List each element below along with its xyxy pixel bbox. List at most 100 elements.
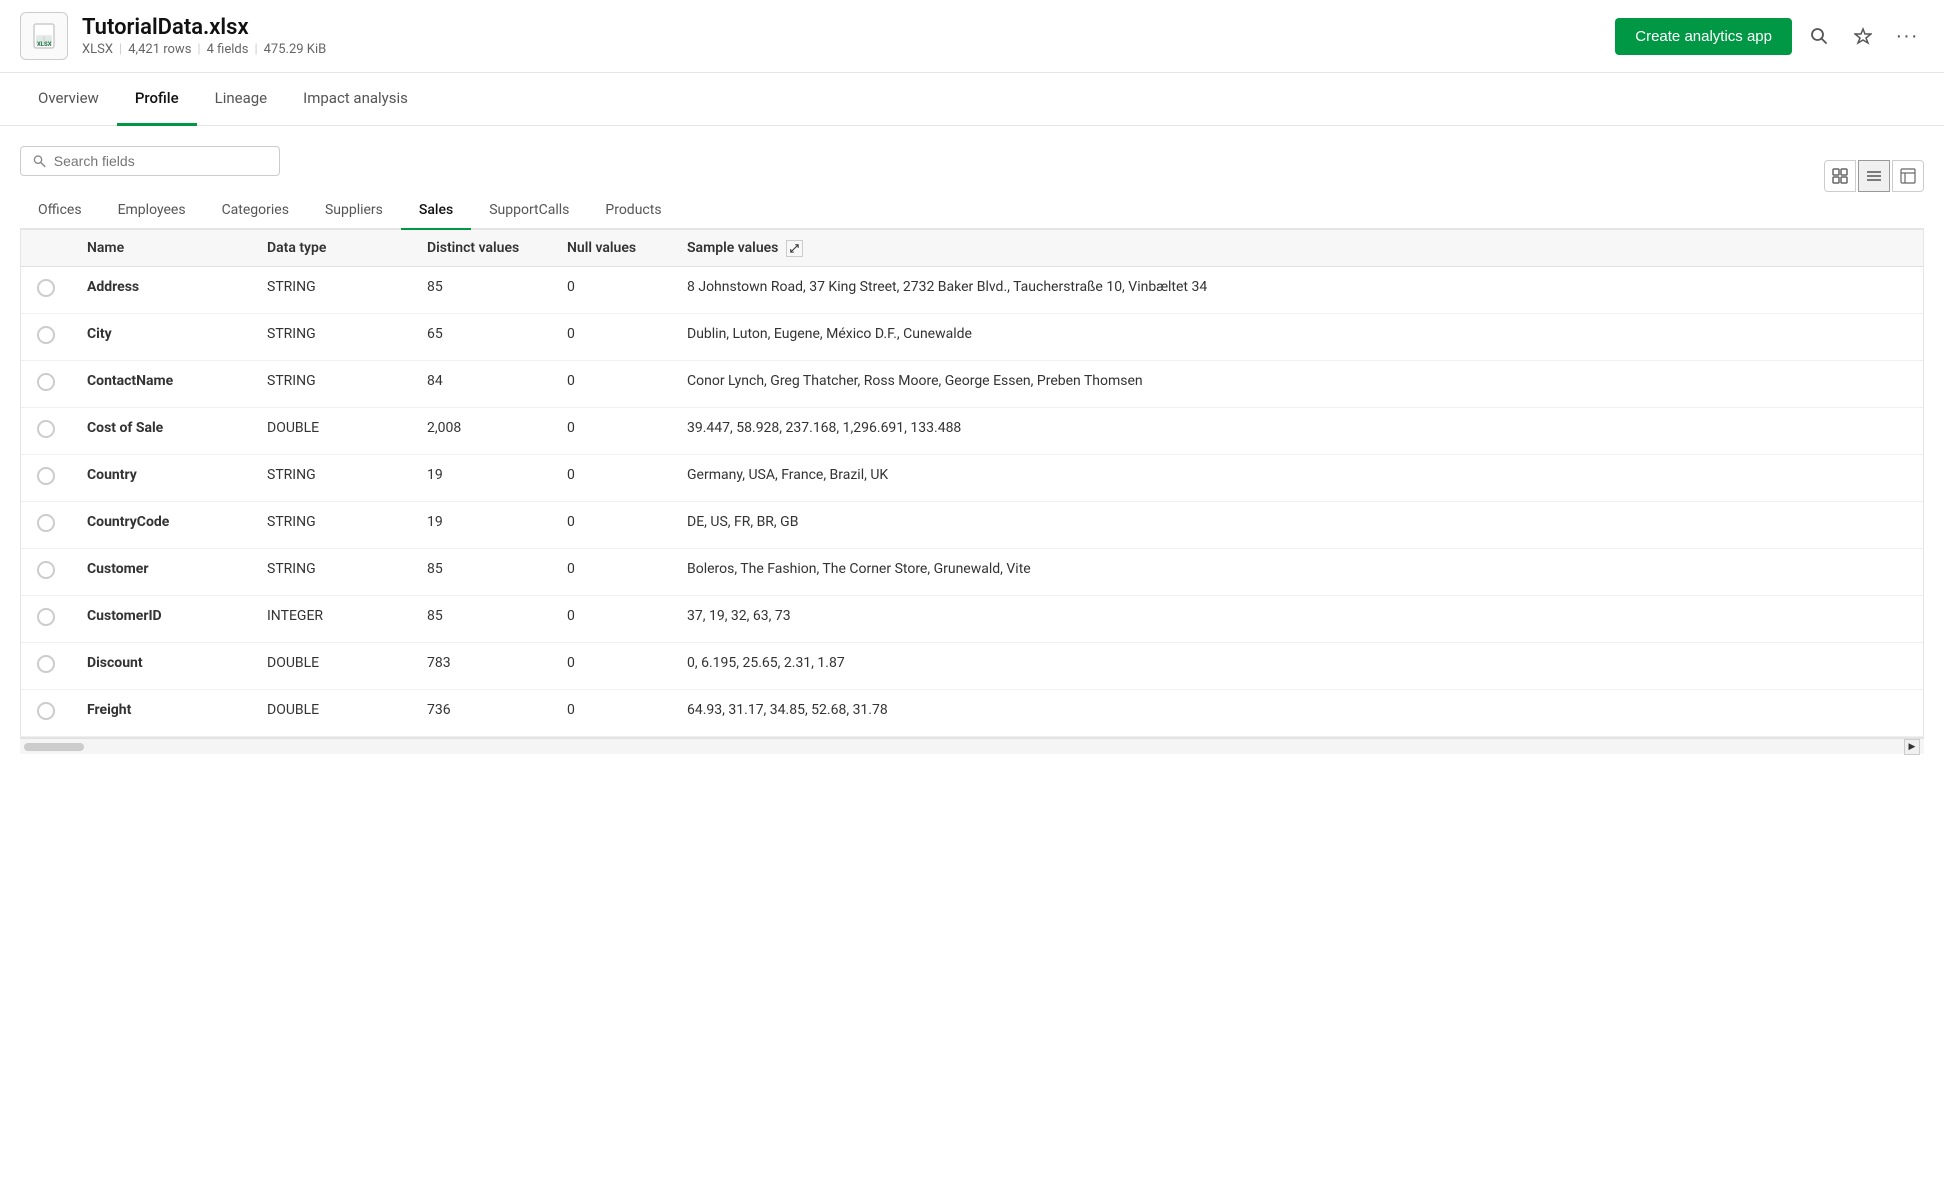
create-analytics-app-button[interactable]: Create analytics app xyxy=(1615,18,1792,55)
row-checkbox[interactable] xyxy=(37,467,55,485)
tab-impact-analysis[interactable]: Impact analysis xyxy=(285,73,426,126)
grid-view-button[interactable] xyxy=(1824,160,1856,192)
row-data-type: DOUBLE xyxy=(251,408,411,455)
tab-lineage[interactable]: Lineage xyxy=(197,73,286,126)
row-sample-values: 64.93, 31.17, 34.85, 52.68, 31.78 xyxy=(671,690,1923,737)
row-sample-values: Germany, USA, France, Brazil, UK xyxy=(671,455,1923,502)
sheet-tab-products[interactable]: Products xyxy=(587,192,679,230)
col-header-checkbox xyxy=(21,230,71,267)
row-checkbox[interactable] xyxy=(37,514,55,532)
row-distinct-values: 85 xyxy=(411,267,551,314)
sheet-tab-suppliers[interactable]: Suppliers xyxy=(307,192,401,230)
file-type: XLSX xyxy=(82,42,113,57)
row-null-values: 0 xyxy=(551,643,671,690)
row-sample-values: Boleros, The Fashion, The Corner Store, … xyxy=(671,549,1923,596)
row-checkbox[interactable] xyxy=(37,702,55,720)
col-header-null-values[interactable]: Null values xyxy=(551,230,671,267)
sheet-tab-sales[interactable]: Sales xyxy=(401,192,471,230)
row-checkbox-cell xyxy=(21,314,71,361)
sheet-tab-offices[interactable]: Offices xyxy=(20,192,100,230)
grid-view-icon xyxy=(1832,168,1848,184)
row-distinct-values: 65 xyxy=(411,314,551,361)
file-fields: 4 fields xyxy=(207,42,249,57)
more-options-button[interactable]: ··· xyxy=(1890,19,1924,53)
bottom-scrollbar: ▶ xyxy=(20,738,1924,754)
detail-view-button[interactable] xyxy=(1892,160,1924,192)
row-checkbox-cell xyxy=(21,549,71,596)
col-header-sample-values[interactable]: Sample values ⤢ xyxy=(671,230,1923,267)
row-checkbox-cell xyxy=(21,690,71,737)
row-sample-values: Dublin, Luton, Eugene, México D.F., Cune… xyxy=(671,314,1923,361)
sheet-tab-supportcalls[interactable]: SupportCalls xyxy=(471,192,587,230)
detail-view-icon xyxy=(1900,168,1916,184)
row-null-values: 0 xyxy=(551,267,671,314)
row-name: City xyxy=(71,314,251,361)
toolbar-row xyxy=(20,146,1924,192)
row-checkbox-cell xyxy=(21,267,71,314)
row-checkbox-cell xyxy=(21,361,71,408)
search-bar-icon xyxy=(33,154,46,168)
row-checkbox[interactable] xyxy=(37,279,55,297)
view-toggle xyxy=(1824,160,1924,192)
table-row: Customer STRING 85 0 Boleros, The Fashio… xyxy=(21,549,1923,596)
row-data-type: STRING xyxy=(251,455,411,502)
row-name: Customer xyxy=(71,549,251,596)
table-row: Discount DOUBLE 783 0 0, 6.195, 25.65, 2… xyxy=(21,643,1923,690)
row-distinct-values: 2,008 xyxy=(411,408,551,455)
expand-sample-icon[interactable]: ⤢ xyxy=(786,240,803,257)
row-null-values: 0 xyxy=(551,455,671,502)
row-checkbox[interactable] xyxy=(37,326,55,344)
list-view-icon xyxy=(1866,168,1882,184)
row-name: Freight xyxy=(71,690,251,737)
more-options-icon: ··· xyxy=(1896,25,1919,48)
sheet-tab-categories[interactable]: Categories xyxy=(204,192,307,230)
row-checkbox[interactable] xyxy=(37,420,55,438)
col-header-distinct-values[interactable]: Distinct values xyxy=(411,230,551,267)
table-row: Cost of Sale DOUBLE 2,008 0 39.447, 58.9… xyxy=(21,408,1923,455)
star-icon xyxy=(1854,27,1872,45)
list-view-button[interactable] xyxy=(1858,160,1890,192)
row-distinct-values: 19 xyxy=(411,455,551,502)
table-row: ContactName STRING 84 0 Conor Lynch, Gre… xyxy=(21,361,1923,408)
row-name: CustomerID xyxy=(71,596,251,643)
table-row: Freight DOUBLE 736 0 64.93, 31.17, 34.85… xyxy=(21,690,1923,737)
file-icon: XLSX xyxy=(20,12,68,60)
search-input[interactable] xyxy=(54,153,267,169)
search-bar xyxy=(20,146,280,176)
tab-profile[interactable]: Profile xyxy=(117,73,197,126)
row-checkbox[interactable] xyxy=(37,655,55,673)
data-table: Name Data type Distinct values Null valu… xyxy=(21,230,1923,737)
row-null-values: 0 xyxy=(551,502,671,549)
file-rows: 4,421 rows xyxy=(128,42,191,57)
search-button[interactable] xyxy=(1802,19,1836,53)
search-icon xyxy=(1810,27,1828,45)
row-checkbox[interactable] xyxy=(37,373,55,391)
row-checkbox[interactable] xyxy=(37,608,55,626)
sheet-tabs-bar: Offices Employees Categories Suppliers S… xyxy=(20,192,1924,230)
sheet-tab-employees[interactable]: Employees xyxy=(100,192,204,230)
content-area: Offices Employees Categories Suppliers S… xyxy=(0,126,1944,774)
star-button[interactable] xyxy=(1846,19,1880,53)
row-distinct-values: 736 xyxy=(411,690,551,737)
row-name: ContactName xyxy=(71,361,251,408)
row-data-type: INTEGER xyxy=(251,596,411,643)
row-sample-values: 0, 6.195, 25.65, 2.31, 1.87 xyxy=(671,643,1923,690)
table-row: Country STRING 19 0 Germany, USA, France… xyxy=(21,455,1923,502)
row-checkbox[interactable] xyxy=(37,561,55,579)
row-checkbox-cell xyxy=(21,643,71,690)
row-data-type: STRING xyxy=(251,549,411,596)
file-size: 475.29 KiB xyxy=(264,42,327,57)
tab-overview[interactable]: Overview xyxy=(20,73,117,126)
main-tabs-bar: Overview Profile Lineage Impact analysis xyxy=(0,73,1944,126)
row-distinct-values: 85 xyxy=(411,549,551,596)
table-header-row: Name Data type Distinct values Null valu… xyxy=(21,230,1923,267)
row-data-type: DOUBLE xyxy=(251,690,411,737)
row-sample-values: 39.447, 58.928, 237.168, 1,296.691, 133.… xyxy=(671,408,1923,455)
scroll-right-button[interactable]: ▶ xyxy=(1904,739,1920,755)
row-distinct-values: 19 xyxy=(411,502,551,549)
row-name: Country xyxy=(71,455,251,502)
col-header-data-type[interactable]: Data type xyxy=(251,230,411,267)
table-row: CustomerID INTEGER 85 0 37, 19, 32, 63, … xyxy=(21,596,1923,643)
col-header-name[interactable]: Name xyxy=(71,230,251,267)
row-data-type: STRING xyxy=(251,314,411,361)
